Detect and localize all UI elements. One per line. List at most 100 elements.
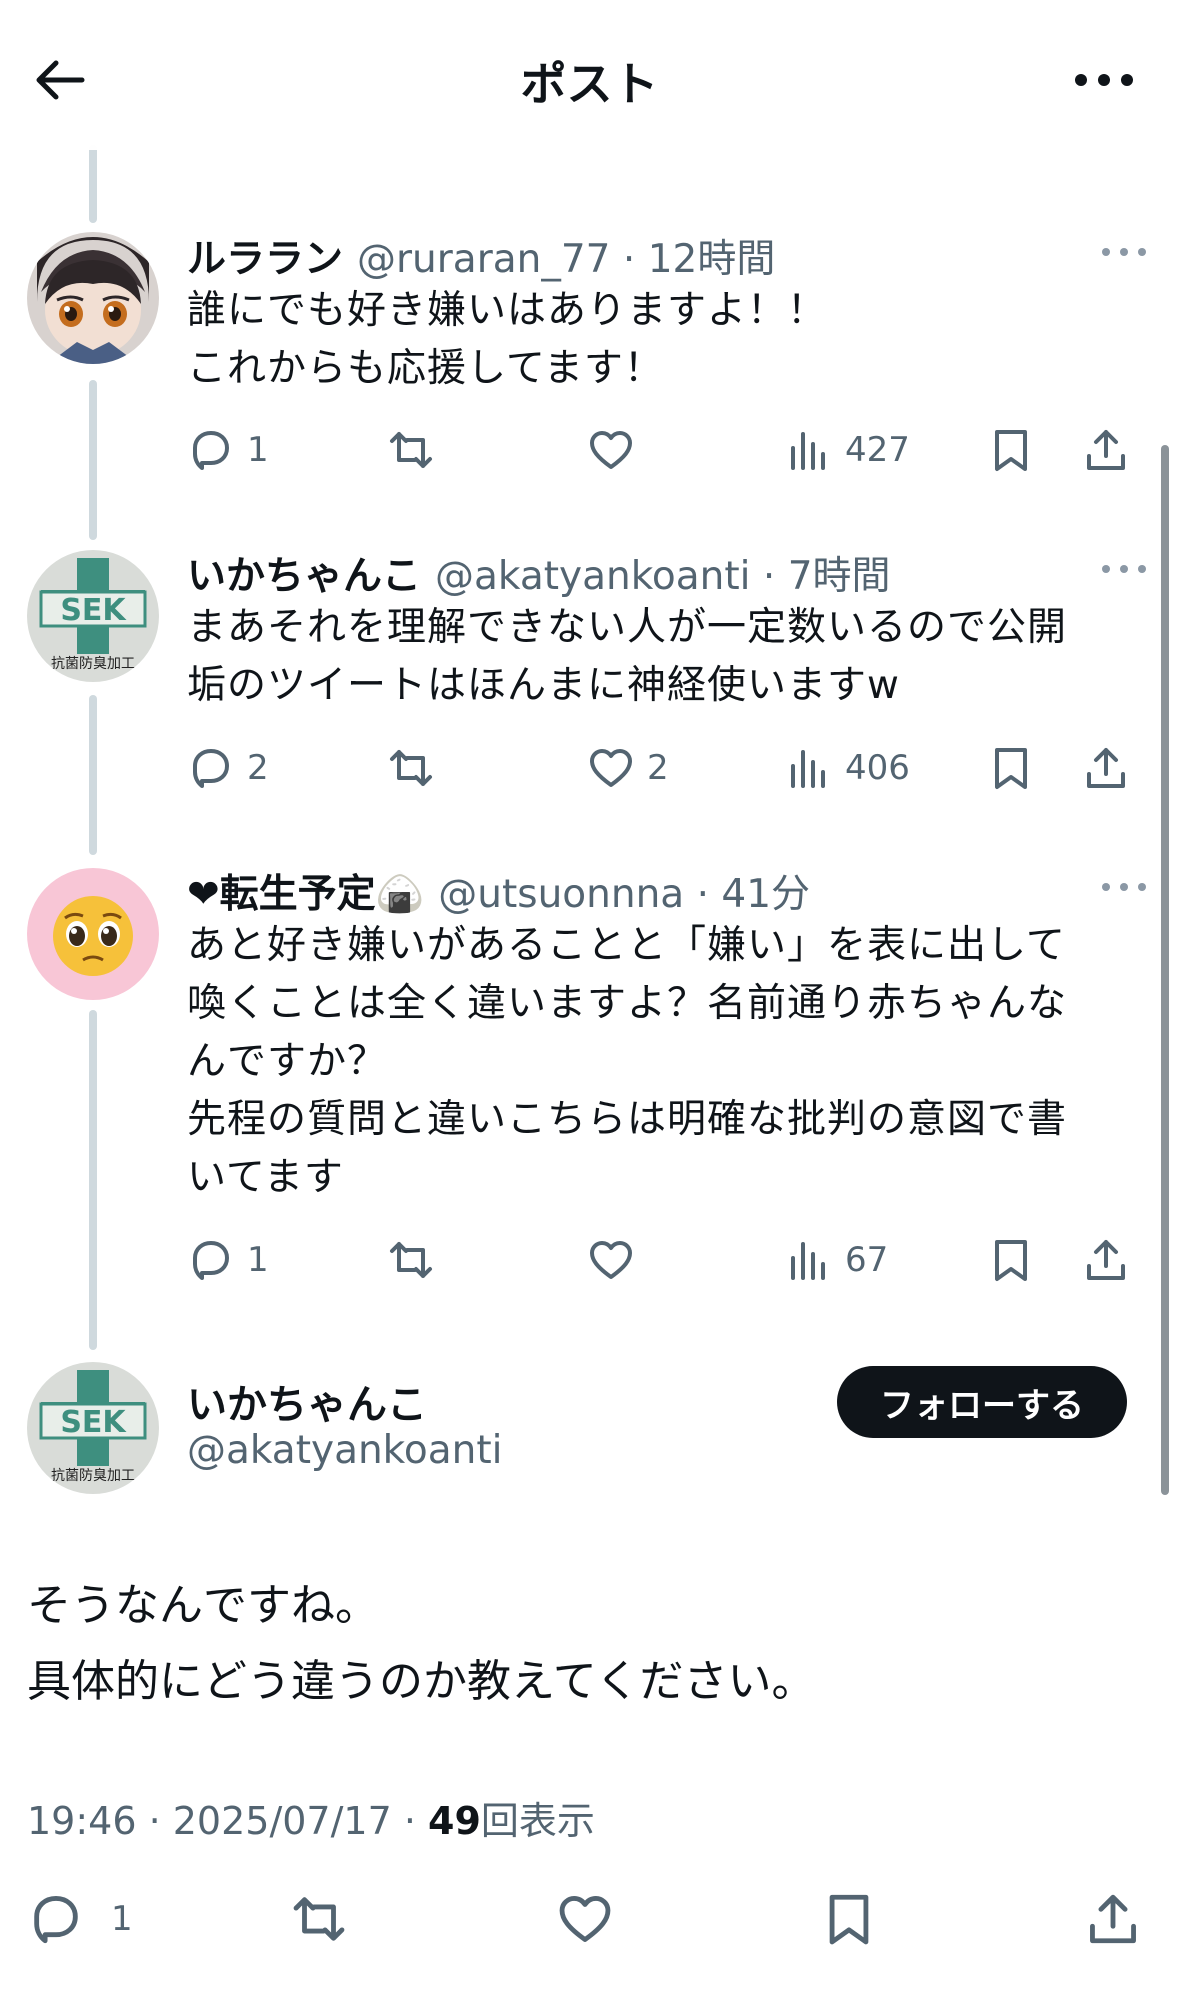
repost-icon (390, 432, 432, 468)
post-action-bar: 2 2 406 (187, 738, 1147, 798)
view-count: 406 (845, 748, 910, 788)
post-text: あと好き嫌いがあることと「嫌い」を表に出して 喚くことは全く違いますよ？名前通り… (187, 923, 1068, 1200)
main-post-action-bar: 1 (0, 1880, 1179, 1958)
views-button[interactable]: 406 (785, 738, 910, 798)
bookmark-button[interactable] (987, 738, 1035, 798)
user-name[interactable]: ❤︎転生予定🍙 (187, 872, 424, 917)
avatar[interactable] (27, 868, 159, 1000)
user-handle[interactable]: @akatyankoanti (435, 554, 751, 599)
reply-icon (193, 749, 229, 788)
reply-button[interactable]: 2 (187, 738, 269, 798)
views-button[interactable]: 67 (785, 1230, 888, 1290)
share-button[interactable] (1082, 420, 1130, 480)
sek-logo-text: SEK (60, 593, 127, 628)
separator-dot: · (610, 237, 648, 282)
like-count: 2 (647, 748, 669, 788)
bookmark-icon (995, 430, 1027, 471)
views-label: 回表示 (480, 1799, 595, 1843)
like-button[interactable] (587, 1230, 635, 1290)
view-count: 427 (845, 430, 910, 470)
post-meta: いかちゃんこ @akatyankoanti · 7時間 (187, 545, 891, 601)
separator-dot: · (750, 554, 788, 599)
share-icon (1087, 748, 1125, 788)
repost-button[interactable] (387, 1230, 435, 1290)
repost-icon (390, 750, 432, 786)
post-action-bar: 1 427 (187, 420, 1147, 480)
post-timestamp[interactable]: 19:46 · 2025/07/17 · (27, 1799, 428, 1843)
bookmark-icon (995, 748, 1027, 789)
like-button[interactable] (556, 1880, 614, 1958)
repost-icon (293, 1897, 345, 1941)
more-horizontal-icon[interactable] (1099, 877, 1149, 897)
more-horizontal-icon[interactable] (1099, 242, 1149, 262)
anime-character-avatar-image (27, 232, 159, 364)
reply-count: 1 (111, 1899, 133, 1939)
share-icon (1090, 1894, 1136, 1944)
avatar[interactable] (27, 232, 159, 364)
analytics-icon (791, 432, 825, 470)
post-meta: ルララン @ruraran_77 · 12時間 (187, 228, 775, 284)
repost-button[interactable] (387, 738, 435, 798)
more-horizontal-icon[interactable] (1099, 559, 1149, 579)
post-action-bar: 1 67 (187, 1230, 1147, 1290)
separator-dot: · (684, 872, 722, 917)
views-button[interactable]: 427 (785, 420, 910, 480)
repost-button[interactable] (387, 420, 435, 480)
reply-icon (193, 431, 229, 470)
heart-icon (559, 1896, 611, 1942)
main-post-text: そうなんですね。 具体的にどう違うのか教えてください。 (27, 1580, 816, 1707)
avatar[interactable]: SEK 抗菌防臭加工 (27, 550, 159, 682)
repost-icon (390, 1242, 432, 1278)
user-name[interactable]: いかちゃんこ (187, 1372, 427, 1430)
user-name[interactable]: ルララン (187, 237, 343, 282)
thread-connector-line (89, 380, 97, 540)
user-handle[interactable]: @utsuonnna (438, 872, 684, 917)
thread-connector-line (89, 695, 97, 855)
top-nav-bar: ポスト (0, 0, 1179, 150)
bookmark-button[interactable] (987, 420, 1035, 480)
post-text: 誰にでも好き嫌いはありますよ！！ これからも応援してます！ (187, 288, 828, 391)
bookmark-button[interactable] (820, 1880, 878, 1958)
scrollbar[interactable] (1161, 445, 1169, 1495)
main-post-meta: 19:46 · 2025/07/17 · 49回表示 (27, 1790, 595, 1845)
analytics-icon (791, 750, 825, 788)
post-time[interactable]: 7時間 (788, 554, 891, 599)
reply-button[interactable]: 1 (187, 1230, 269, 1290)
heart-icon (590, 749, 632, 787)
heart-icon (590, 1241, 632, 1279)
user-handle[interactable]: @akatyankoanti (187, 1428, 503, 1473)
bookmark-icon (829, 1894, 869, 1945)
view-count: 49 (428, 1799, 481, 1843)
bookmark-button[interactable] (987, 1230, 1035, 1290)
heart-icon (590, 431, 632, 469)
post-time[interactable]: 12時間 (648, 237, 776, 282)
follow-button[interactable]: フォローする (837, 1366, 1127, 1438)
share-icon (1087, 430, 1125, 470)
post-time[interactable]: 41分 (721, 872, 810, 917)
thread-connector-line (89, 1010, 97, 1350)
like-button[interactable] (587, 420, 635, 480)
share-icon (1087, 1240, 1125, 1280)
analytics-icon (791, 1242, 825, 1280)
reply-button[interactable]: 1 (27, 1880, 133, 1958)
share-button[interactable] (1084, 1880, 1142, 1958)
thread-connector-line (89, 145, 97, 223)
share-button[interactable] (1082, 738, 1130, 798)
pleading-face-avatar-image (27, 868, 159, 1000)
reply-button[interactable]: 1 (187, 420, 269, 480)
sek-caption: 抗菌防臭加工 (51, 656, 135, 672)
share-button[interactable] (1082, 1230, 1130, 1290)
reply-count: 1 (247, 430, 269, 470)
user-name[interactable]: いかちゃんこ (187, 554, 421, 599)
page-title: ポスト (520, 57, 659, 111)
repost-button[interactable] (290, 1880, 348, 1958)
post-text: まあそれを理解できない人が一定数いるので公開 垢のツイートはほんまに神経使います… (187, 605, 1068, 708)
reply-icon (34, 1896, 78, 1944)
user-handle[interactable]: @ruraran_77 (357, 237, 610, 282)
bookmark-icon (995, 1240, 1027, 1281)
post-meta: ❤︎転生予定🍙 @utsuonnna · 41分 (187, 863, 810, 919)
more-horizontal-icon[interactable] (1069, 50, 1139, 110)
view-count: 67 (845, 1240, 889, 1280)
reply-count: 2 (247, 748, 269, 788)
like-button[interactable]: 2 (587, 738, 669, 798)
